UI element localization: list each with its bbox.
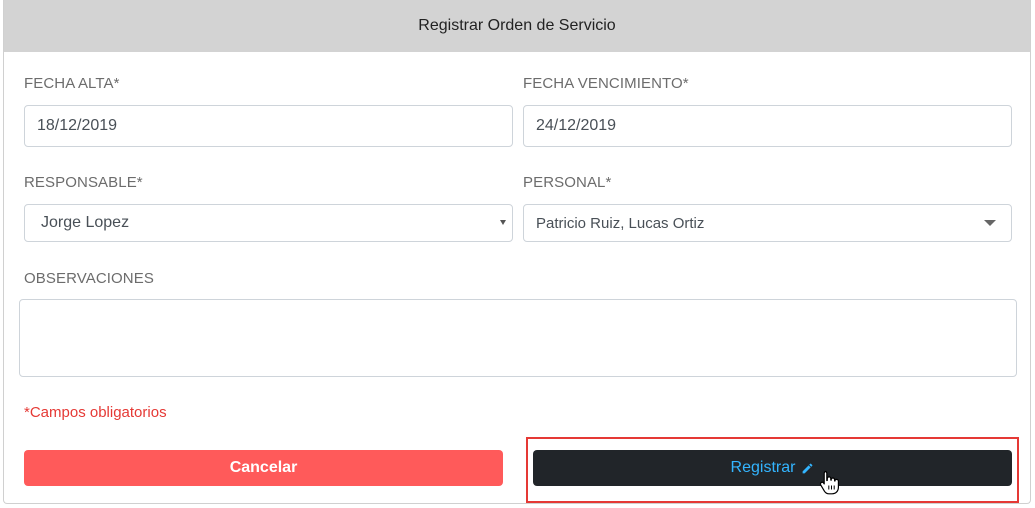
responsable-select[interactable]: Jorge Lopez: [24, 204, 513, 242]
observaciones-label: OBSERVACIONES: [24, 270, 154, 287]
fecha-vencimiento-value: 24/12/2019: [536, 117, 617, 134]
fecha-vencimiento-input[interactable]: 24/12/2019: [523, 105, 1012, 147]
required-fields-note: *Campos obligatorios: [24, 404, 167, 421]
pencil-icon: [803, 463, 813, 473]
fecha-alta-label: FECHA ALTA*: [24, 75, 120, 92]
register-button-label: Registrar: [730, 459, 796, 476]
modal-title: Registrar Orden de Servicio: [418, 17, 616, 34]
personal-value: Patricio Ruiz, Lucas Ortiz: [536, 214, 705, 232]
cancel-button[interactable]: Cancelar: [24, 450, 503, 486]
service-order-modal: Registrar Orden de Servicio: [3, 0, 1031, 504]
observaciones-textarea[interactable]: [19, 299, 1017, 377]
personal-select[interactable]: Patricio Ruiz, Lucas Ortiz: [523, 204, 1012, 242]
chevron-down-icon: [984, 220, 996, 226]
fecha-alta-value: 18/12/2019: [37, 117, 118, 134]
register-button[interactable]: Registrar: [533, 450, 1012, 486]
modal-header: Registrar Orden de Servicio: [4, 0, 1030, 52]
responsable-label: RESPONSABLE*: [24, 174, 143, 191]
fecha-alta-input[interactable]: 18/12/2019: [24, 105, 513, 147]
cancel-button-label: Cancelar: [229, 459, 298, 476]
fecha-vencimiento-label: FECHA VENCIMIENTO*: [523, 75, 689, 92]
chevron-down-icon: [500, 220, 506, 225]
personal-label: PERSONAL*: [523, 174, 612, 191]
responsable-value: Jorge Lopez: [41, 214, 130, 231]
